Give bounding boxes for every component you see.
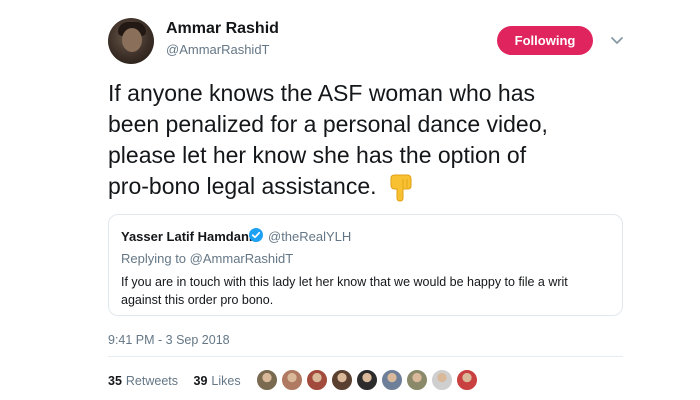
point-down-emoji-icon: [390, 174, 411, 202]
author-name[interactable]: Ammar Rashid: [166, 20, 279, 38]
tweet-text-line: been penalized for a personal dance vide…: [108, 111, 548, 137]
avatar-face: [122, 28, 142, 52]
retweets-stat[interactable]: 35 Retweets: [108, 374, 178, 388]
stats-divider: [108, 356, 623, 357]
tweet-text: If anyone knows the ASF woman who has be…: [108, 78, 638, 202]
verified-badge-icon: [249, 228, 263, 242]
tweet-text-line: If anyone knows the ASF woman who has: [108, 80, 536, 106]
tweet-text-line: please let her know she has the option o…: [108, 142, 527, 168]
liker-avatar[interactable]: [381, 369, 403, 391]
retweets-label: Retweets: [125, 374, 179, 388]
chevron-down-icon[interactable]: [609, 32, 625, 48]
following-button[interactable]: Following: [497, 26, 593, 55]
tweet-card: Ammar Rashid @AmmarRashidT Following If …: [0, 0, 700, 400]
liker-avatar[interactable]: [356, 369, 378, 391]
replying-to-prefix: Replying to: [121, 251, 187, 266]
retweets-count: 35: [108, 374, 122, 388]
liker-avatars: [256, 369, 481, 393]
quoted-author-handle: @theRealYLH: [268, 229, 352, 244]
tweet-text-line: pro-bono legal assistance.: [108, 173, 377, 199]
likes-label: Likes: [211, 374, 241, 388]
liker-avatar[interactable]: [406, 369, 428, 391]
tweet-text-line-last: pro-bono legal assistance.: [108, 171, 638, 202]
likes-stat[interactable]: 39 Likes: [194, 374, 241, 388]
quoted-tweet-text: If you are in touch with this lady let h…: [121, 275, 568, 307]
replying-to-handle-link[interactable]: @AmmarRashidT: [190, 251, 294, 266]
author-avatar[interactable]: [108, 18, 154, 64]
tweet-timestamp[interactable]: 9:41 PM - 3 Sep 2018: [108, 333, 230, 347]
likes-count: 39: [193, 374, 208, 388]
liker-avatar[interactable]: [256, 369, 278, 391]
liker-avatar[interactable]: [306, 369, 328, 391]
quoted-tweet[interactable]: Yasser Latif Hamdani @theRealYLH Replyin…: [108, 214, 623, 316]
liker-avatar[interactable]: [456, 369, 478, 391]
author-handle[interactable]: @AmmarRashidT: [166, 42, 270, 57]
liker-avatar[interactable]: [281, 369, 303, 391]
quoted-author-name: Yasser Latif Hamdani: [121, 229, 253, 244]
tweet-stats: 35 Retweets 39 Likes: [108, 374, 253, 388]
replying-to: Replying to @AmmarRashidT: [121, 251, 293, 266]
liker-avatar[interactable]: [331, 369, 353, 391]
liker-avatar[interactable]: [431, 369, 453, 391]
